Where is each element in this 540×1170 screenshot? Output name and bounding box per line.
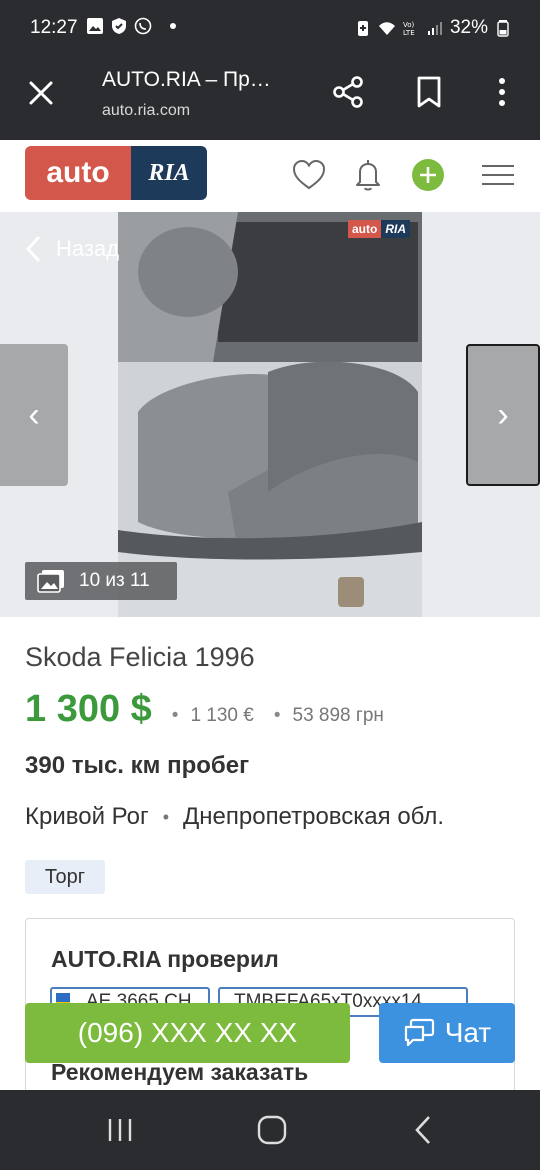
page-title: AUTO.RIA – Пр… xyxy=(102,68,271,91)
heart-icon[interactable] xyxy=(291,157,327,193)
back-icon[interactable] xyxy=(406,1112,442,1148)
chat-icon xyxy=(404,1018,434,1047)
watermark-ria: RIA xyxy=(381,220,411,238)
chevron-left-icon: ‹ xyxy=(28,395,40,434)
chevron-left-icon xyxy=(25,235,41,263)
wifi-icon xyxy=(378,22,395,35)
logo-ria-part: RIA xyxy=(131,146,207,200)
status-notification-icons xyxy=(86,17,176,35)
verification-heading: AUTO.RIA проверил xyxy=(51,946,279,972)
recommend-heading: Рекомендуем заказать xyxy=(51,1059,309,1085)
add-icon[interactable] xyxy=(410,157,446,193)
separator-dot: • xyxy=(171,705,179,726)
page-url[interactable]: auto.ria.com xyxy=(102,102,190,120)
bookmark-icon[interactable] xyxy=(411,74,447,110)
svg-text:LTE: LTE xyxy=(403,29,415,37)
photos-icon xyxy=(37,570,64,593)
car-interior-photo[interactable]: auto RIA xyxy=(118,212,422,617)
watermark-auto: auto xyxy=(348,220,382,238)
region: Днепропетровская обл. xyxy=(183,803,445,830)
separator-dot: • xyxy=(273,705,281,726)
photo-gallery[interactable]: auto RIA Назад ‹ › 10 из 11 xyxy=(0,212,540,617)
close-icon[interactable] xyxy=(26,78,56,108)
back-button[interactable]: Назад xyxy=(24,234,119,264)
android-navigation-bar xyxy=(0,1090,540,1170)
battery-percent: 32% xyxy=(449,17,488,38)
menu-icon[interactable] xyxy=(480,157,516,193)
phone-number: (096) XXX XX XX xyxy=(77,1017,298,1048)
location: Кривой Рог • Днепропетровская обл. xyxy=(25,803,444,831)
status-bar: 12:27 Vo) LTE 32% xyxy=(0,0,540,56)
svg-text:Vo): Vo) xyxy=(403,21,415,29)
auto-ria-logo[interactable]: auto RIA xyxy=(25,146,207,200)
home-icon[interactable] xyxy=(254,1112,290,1148)
city: Кривой Рог xyxy=(25,803,149,830)
site-header: auto RIA xyxy=(0,140,540,212)
status-system-icons: Vo) LTE 32% xyxy=(354,17,512,39)
photo-counter-text: 10 из 11 xyxy=(79,570,150,591)
battery-saver-icon xyxy=(357,21,368,36)
photo-counter[interactable]: 10 из 11 xyxy=(25,562,177,600)
chevron-right-icon: › xyxy=(497,395,509,434)
logo-auto-part: auto xyxy=(25,146,131,200)
more-icon[interactable] xyxy=(484,74,520,110)
browser-toolbar: AUTO.RIA – Пр… auto.ria.com xyxy=(0,56,540,140)
price-uah: 53 898 грн xyxy=(292,705,384,726)
signal-icon xyxy=(427,22,442,35)
price-eur: 1 130 € xyxy=(190,705,254,726)
bell-icon[interactable] xyxy=(350,157,386,193)
chat-button[interactable]: Чат xyxy=(379,1003,515,1063)
next-photo-button[interactable]: › xyxy=(466,344,540,486)
chat-label: Чат xyxy=(444,1017,492,1048)
bargain-tag: Торг xyxy=(25,860,105,894)
photo-watermark: auto RIA xyxy=(348,220,411,238)
listing-title: Skoda Felicia 1996 xyxy=(25,642,255,672)
viber-icon xyxy=(134,17,152,35)
battery-icon xyxy=(497,20,509,37)
status-time: 12:27 xyxy=(30,17,78,38)
call-button[interactable]: (096) XXX XX XX xyxy=(25,1003,350,1063)
back-label: Назад xyxy=(56,236,120,261)
share-icon[interactable] xyxy=(330,74,366,110)
price-usd: 1 300 $ xyxy=(25,688,152,730)
mileage: 390 тыс. км пробег xyxy=(25,752,250,779)
separator-dot: • xyxy=(162,806,170,827)
recents-icon[interactable] xyxy=(102,1112,138,1148)
shield-icon xyxy=(112,18,126,34)
notification-dot xyxy=(170,23,176,29)
price-row: 1 300 $ • 1 130 € • 53 898 грн xyxy=(25,688,384,731)
volte-icon: Vo)LTE xyxy=(403,21,415,37)
previous-photo-button[interactable]: ‹ xyxy=(0,344,68,486)
gallery-icon xyxy=(87,18,103,34)
